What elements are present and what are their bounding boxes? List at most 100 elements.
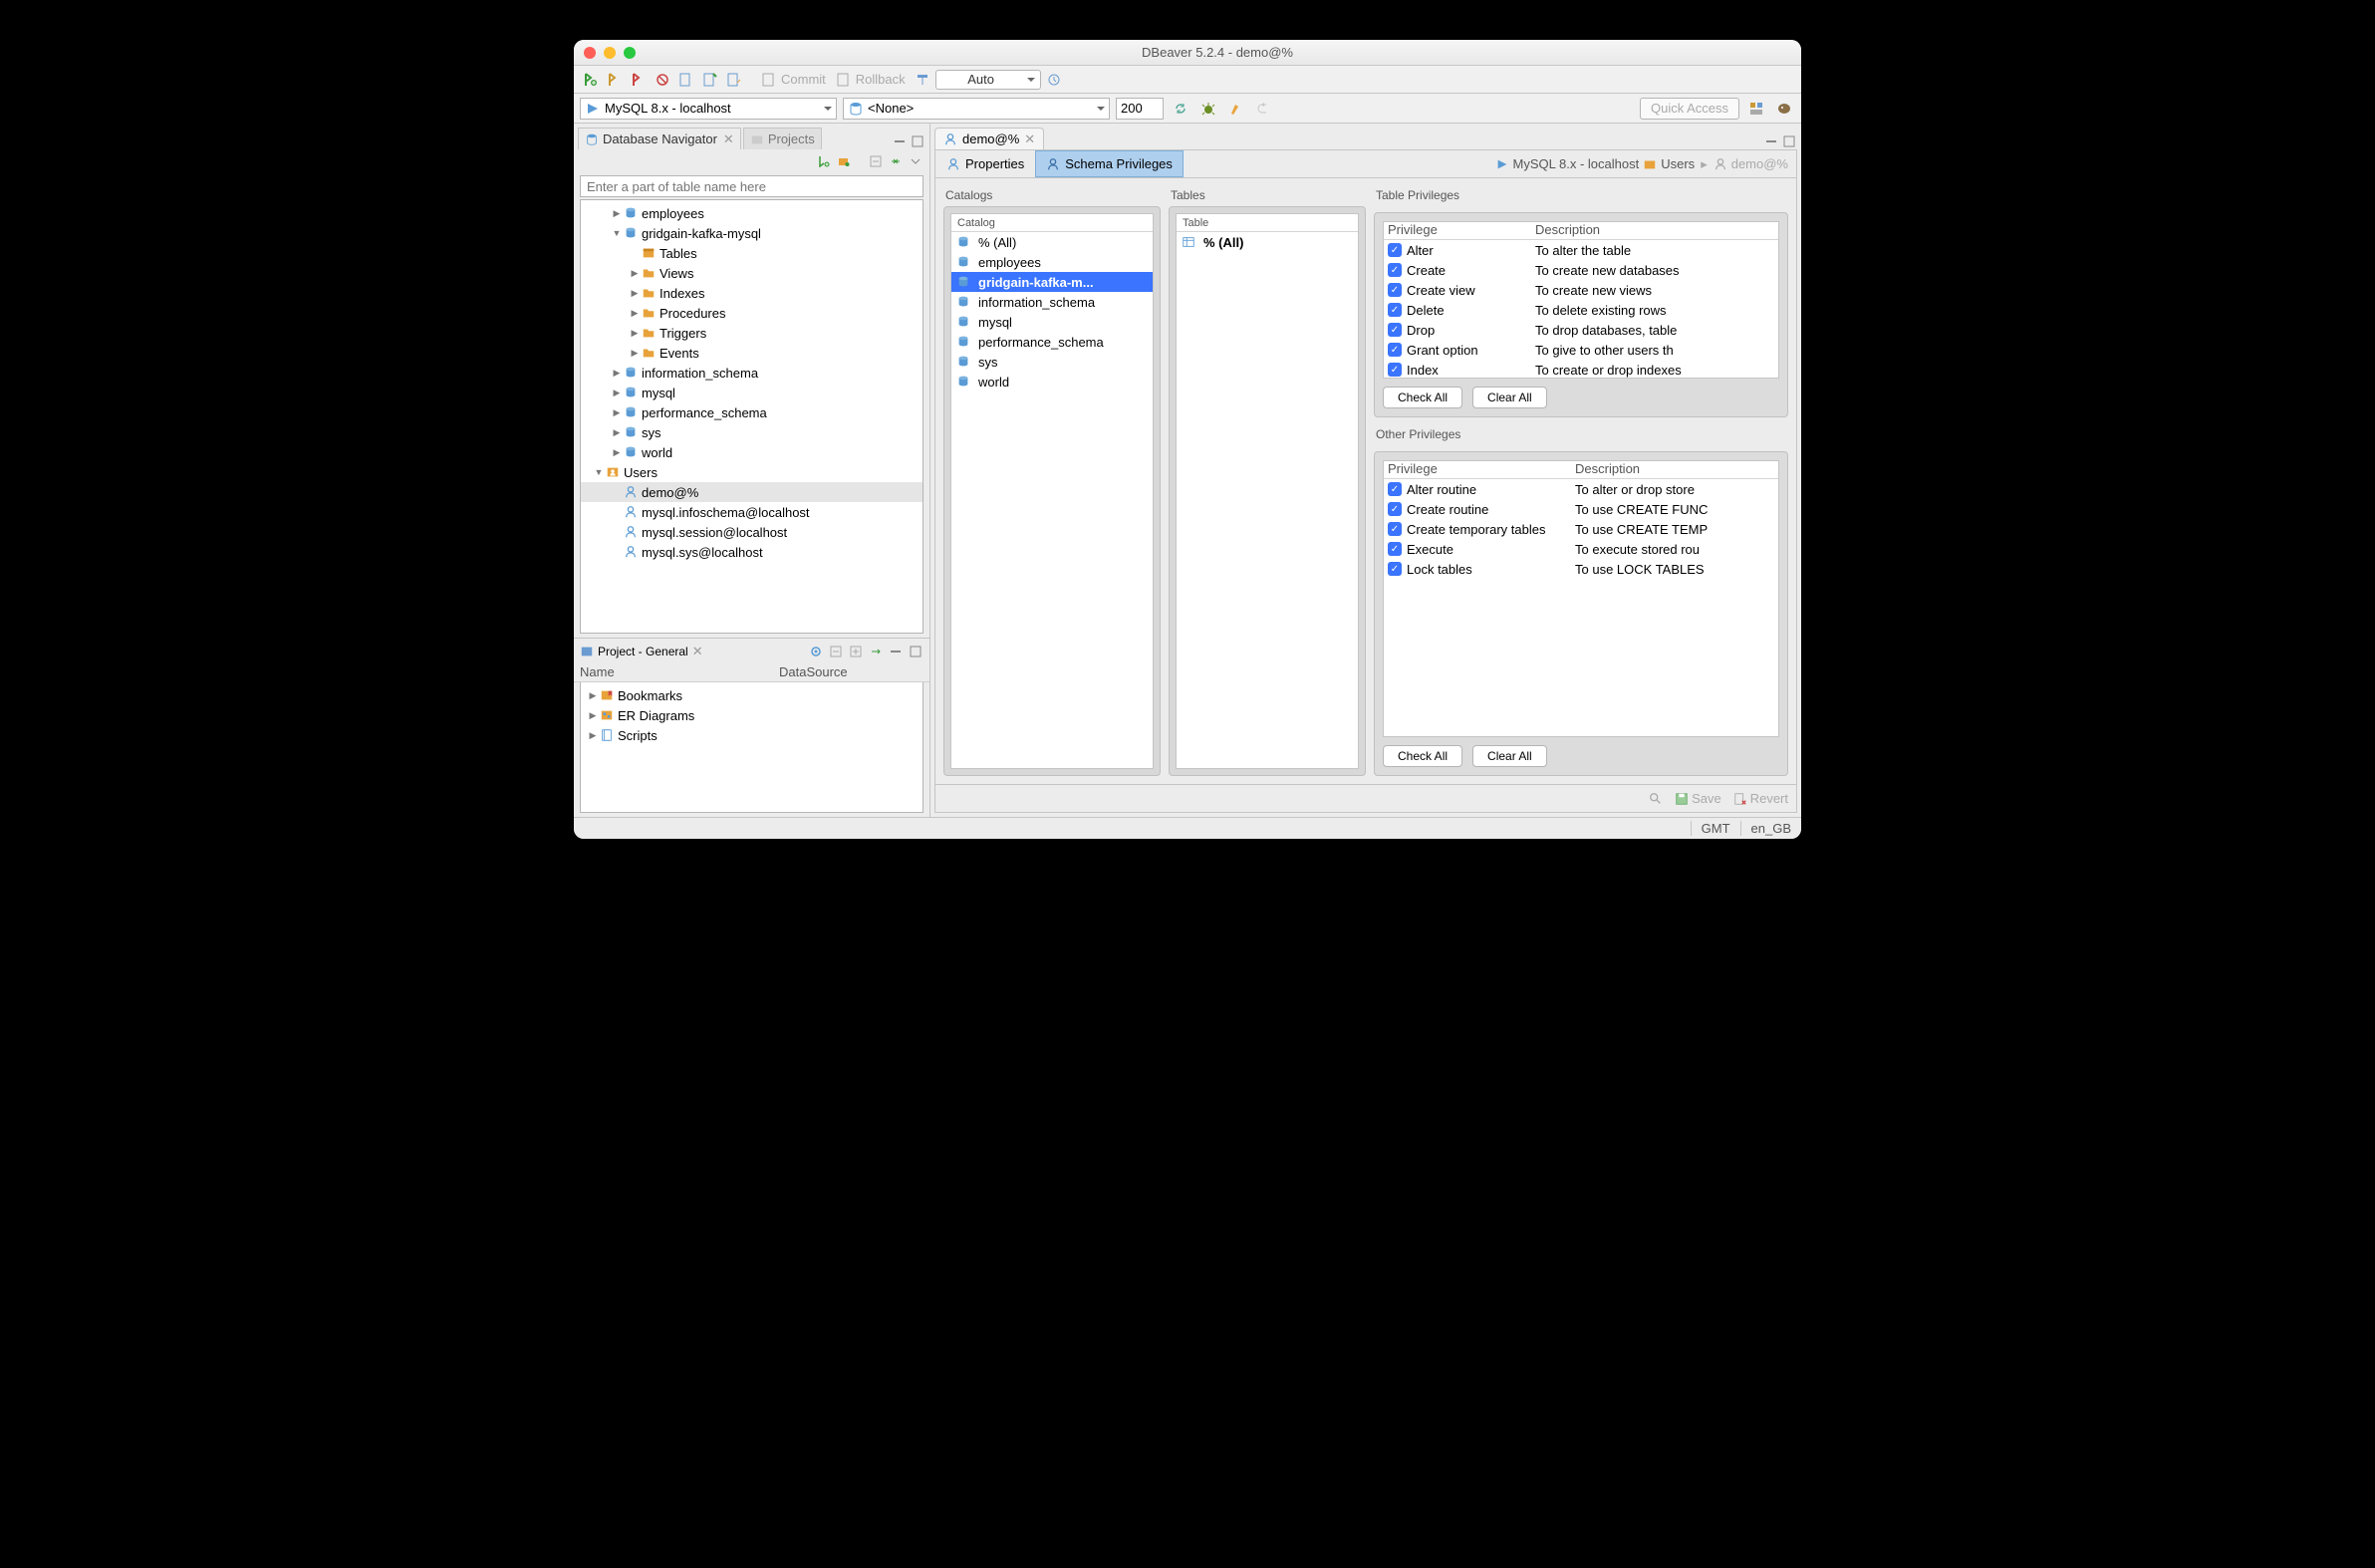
tree-twisty-icon[interactable] (611, 427, 623, 438)
table-item[interactable]: % (All) (1177, 232, 1358, 252)
privilege-checkbox[interactable] (1388, 522, 1402, 536)
tree-node[interactable]: Events (581, 343, 923, 363)
tree-node[interactable]: employees (581, 203, 923, 223)
tree-twisty-icon[interactable] (587, 710, 599, 721)
tree-node[interactable]: mysql.sys@localhost (581, 542, 923, 562)
privilege-checkbox[interactable] (1388, 323, 1402, 337)
editor-max-icon[interactable] (1781, 133, 1797, 149)
tree-node[interactable]: Procedures (581, 303, 923, 323)
table-priv-row[interactable]: IndexTo create or drop indexes (1384, 360, 1778, 379)
tree-twisty-icon[interactable] (629, 328, 641, 339)
rollback-button[interactable]: Rollback (832, 69, 910, 91)
connection-combo[interactable]: MySQL 8.x - localhost (580, 98, 837, 120)
sql-editor-icon[interactable] (675, 69, 697, 91)
tree-node[interactable]: Tables (581, 243, 923, 263)
bug-icon[interactable] (1197, 98, 1219, 120)
perspective-icon[interactable] (1745, 98, 1767, 120)
tx-history-icon[interactable] (1043, 69, 1065, 91)
close-project-tab-icon[interactable]: ✕ (692, 644, 703, 659)
tab-db-navigator[interactable]: Database Navigator ✕ (578, 128, 741, 149)
catalog-item[interactable]: gridgain-kafka-m... (951, 272, 1153, 292)
sql-new-icon[interactable] (699, 69, 721, 91)
window-zoom-button[interactable] (624, 47, 636, 59)
privilege-checkbox[interactable] (1388, 542, 1402, 556)
tree-node[interactable]: Indexes (581, 283, 923, 303)
privilege-checkbox[interactable] (1388, 263, 1402, 277)
tree-node[interactable]: Triggers (581, 323, 923, 343)
quick-access-input[interactable]: Quick Access (1640, 98, 1739, 120)
privilege-checkbox[interactable] (1388, 363, 1402, 377)
privilege-checkbox[interactable] (1388, 303, 1402, 317)
editor-tab-user[interactable]: demo@% ✕ (934, 128, 1044, 149)
catalog-item[interactable]: world (951, 372, 1153, 392)
other-priv-row[interactable]: Lock tablesTo use LOCK TABLES (1384, 559, 1778, 579)
new-folder-icon[interactable] (836, 153, 852, 169)
tree-node[interactable]: performance_schema (581, 402, 923, 422)
project-min-icon[interactable] (888, 644, 904, 659)
other-privs-check-all-button[interactable]: Check All (1383, 745, 1462, 767)
tab-projects[interactable]: Projects (743, 128, 822, 149)
privilege-checkbox[interactable] (1388, 243, 1402, 257)
tree-twisty-icon[interactable] (593, 467, 605, 477)
tree-twisty-icon[interactable] (629, 288, 641, 299)
catalog-item[interactable]: performance_schema (951, 332, 1153, 352)
other-priv-row[interactable]: Create temporary tablesTo use CREATE TEM… (1384, 519, 1778, 539)
project-expand-icon[interactable] (848, 644, 864, 659)
table-privs-grid[interactable]: PrivilegeDescription AlterTo alter the t… (1383, 221, 1779, 379)
tree-node[interactable]: mysql.session@localhost (581, 522, 923, 542)
max-rows-input[interactable] (1116, 98, 1164, 120)
tree-node[interactable]: demo@% (581, 482, 923, 502)
minimize-view-icon[interactable] (892, 133, 908, 149)
privilege-checkbox[interactable] (1388, 562, 1402, 576)
dbeaver-perspective-icon[interactable] (1773, 98, 1795, 120)
autocommit-combo[interactable]: Auto (935, 70, 1041, 90)
view-menu-icon[interactable] (908, 153, 924, 169)
add-conn-icon[interactable] (816, 153, 832, 169)
catalog-item[interactable]: mysql (951, 312, 1153, 332)
tree-node[interactable]: gridgain-kafka-mysql (581, 223, 923, 243)
tree-twisty-icon[interactable] (587, 730, 599, 741)
catalog-item[interactable]: information_schema (951, 292, 1153, 312)
sql-recent-icon[interactable] (723, 69, 745, 91)
tree-node[interactable]: mysql (581, 383, 923, 402)
table-filter-input[interactable] (580, 175, 924, 197)
tab-schema-privileges[interactable]: Schema Privileges (1035, 150, 1184, 178)
tree-node[interactable]: sys (581, 422, 923, 442)
tree-twisty-icon[interactable] (587, 690, 599, 701)
window-close-button[interactable] (584, 47, 596, 59)
plug-connect-icon[interactable] (604, 69, 626, 91)
collapse-icon[interactable] (868, 153, 884, 169)
project-node[interactable]: Bookmarks (581, 685, 923, 705)
table-priv-row[interactable]: Grant optionTo give to other users th (1384, 340, 1778, 360)
project-tree[interactable]: BookmarksER DiagramsScripts (580, 682, 924, 813)
table-priv-row[interactable]: DropTo drop databases, table (1384, 320, 1778, 340)
maximize-view-icon[interactable] (910, 133, 925, 149)
catalog-item[interactable]: employees (951, 252, 1153, 272)
table-priv-row[interactable]: AlterTo alter the table (1384, 240, 1778, 260)
project-config-icon[interactable] (808, 644, 824, 659)
other-privs-clear-all-button[interactable]: Clear All (1472, 745, 1547, 767)
window-minimize-button[interactable] (604, 47, 616, 59)
plug-disconnect-icon[interactable] (628, 69, 650, 91)
table-privs-clear-all-button[interactable]: Clear All (1472, 387, 1547, 408)
revert-button[interactable]: Revert (1733, 791, 1788, 806)
project-node[interactable]: Scripts (581, 725, 923, 745)
other-priv-row[interactable]: Alter routineTo alter or drop store (1384, 479, 1778, 499)
undo-icon[interactable] (1253, 98, 1275, 120)
project-node[interactable]: ER Diagrams (581, 705, 923, 725)
tree-node[interactable]: information_schema (581, 363, 923, 383)
catalog-item[interactable]: % (All) (951, 232, 1153, 252)
tab-properties[interactable]: Properties (935, 150, 1035, 178)
other-priv-row[interactable]: Create routineTo use CREATE FUNC (1384, 499, 1778, 519)
new-connection-icon[interactable] (580, 69, 602, 91)
highlight-icon[interactable] (1225, 98, 1247, 120)
project-max-icon[interactable] (908, 644, 924, 659)
refresh-icon[interactable] (1170, 98, 1191, 120)
table-privs-check-all-button[interactable]: Check All (1383, 387, 1462, 408)
project-collapse-icon[interactable] (828, 644, 844, 659)
privilege-checkbox[interactable] (1388, 482, 1402, 496)
tree-twisty-icon[interactable] (629, 268, 641, 279)
other-priv-row[interactable]: ExecuteTo execute stored rou (1384, 539, 1778, 559)
crumb-connection[interactable]: MySQL 8.x - localhost (1513, 156, 1640, 171)
navigator-tree[interactable]: employeesgridgain-kafka-mysqlTablesViews… (580, 199, 924, 634)
